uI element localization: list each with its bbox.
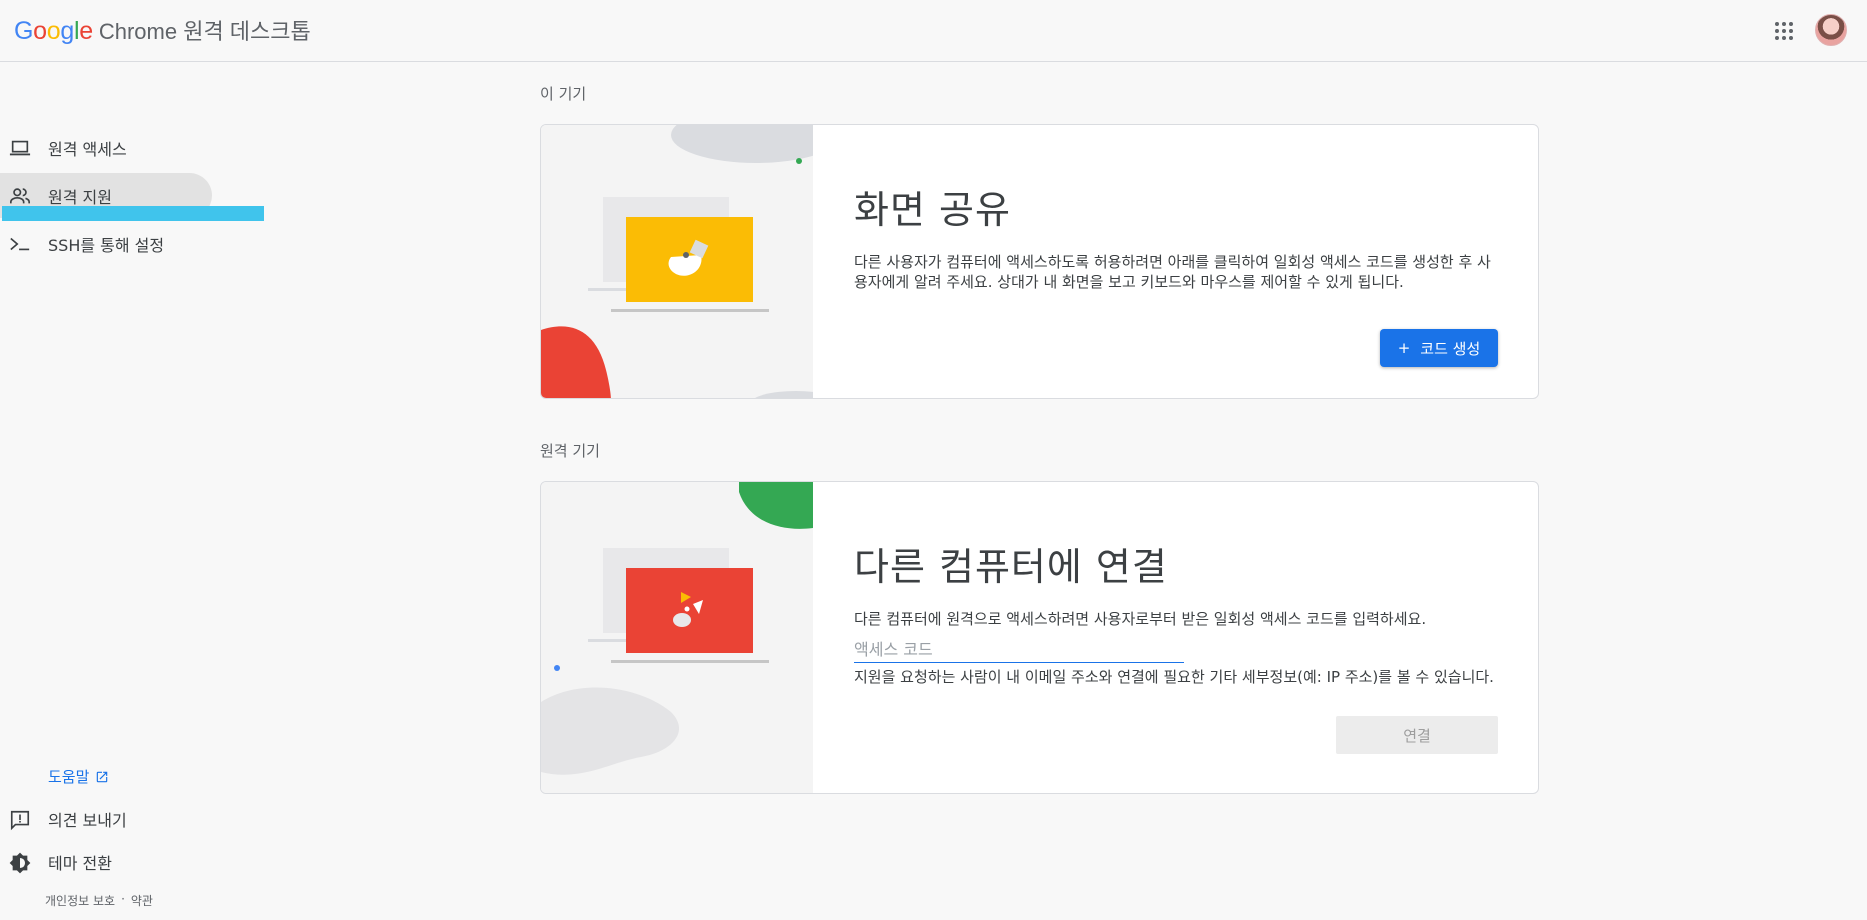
connect-button[interactable]: 연결	[1336, 716, 1498, 754]
people-icon	[10, 188, 30, 204]
sidebar-item-label: 원격 액세스	[48, 139, 127, 159]
top-app-bar: Google Chrome 원격 데스크톱	[0, 0, 1867, 62]
button-label: 연결	[1403, 726, 1431, 745]
sidebar-item-remote-access[interactable]: 원격 액세스	[0, 125, 270, 170]
card-description: 다른 사용자가 컴퓨터에 액세스하도록 허용하려면 아래를 클릭하여 일회성 액…	[854, 253, 1491, 291]
help-link[interactable]: 도움말	[48, 766, 109, 787]
open-in-new-icon	[97, 771, 108, 782]
sidebar-item-label: SSH를 통해 설정	[48, 235, 165, 255]
share-screen-illustration	[541, 125, 813, 398]
separator: ·	[121, 892, 125, 906]
google-wordmark: Google	[14, 17, 93, 46]
sidebar-item-ssh[interactable]: SSH를 통해 설정	[0, 221, 270, 266]
brightness-icon	[9, 852, 31, 874]
section-title-remote-device: 원격 기기	[540, 442, 600, 460]
google-letter: o	[33, 17, 47, 45]
google-letter: g	[60, 17, 74, 45]
share-screen-card: 화면 공유 다른 사용자가 컴퓨터에 액세스하도록 허용하려면 아래를 클릭하여…	[540, 124, 1539, 399]
connect-card: 다른 컴퓨터에 연결 다른 컴퓨터에 원격으로 액세스하려면 사용자로부터 받은…	[540, 481, 1539, 794]
card-title: 화면 공유	[854, 188, 1011, 232]
privacy-link[interactable]: 개인정보 보호	[45, 892, 115, 909]
account-avatar[interactable]	[1815, 14, 1847, 46]
share-screen-content: 화면 공유 다른 사용자가 컴퓨터에 액세스하도록 허용하려면 아래를 클릭하여…	[854, 125, 1498, 292]
section-title-this-device: 이 기기	[540, 85, 587, 103]
help-label: 도움말	[48, 768, 90, 786]
laptop-icon	[9, 140, 31, 156]
card-description: 다른 컴퓨터에 원격으로 액세스하려면 사용자로부터 받은 일회성 액세스 코드…	[854, 610, 1427, 628]
theme-label: 테마 전환	[48, 854, 112, 873]
sidebar-item-remote-support[interactable]: 원격 지원	[0, 173, 270, 221]
feedback-icon	[10, 810, 30, 831]
app-logo[interactable]: Google Chrome 원격 데스크톱	[14, 14, 311, 46]
sidebar-nav: 원격 액세스 원격 지원 SSH를 통해 설정	[0, 125, 270, 266]
sidebar-item-label: 원격 지원	[48, 187, 112, 207]
footer-links: 개인정보 보호 · 약관	[45, 892, 153, 909]
access-code-input[interactable]	[854, 637, 1184, 663]
terminal-icon	[10, 237, 30, 251]
feedback-label: 의견 보내기	[48, 811, 127, 830]
theme-toggle-button[interactable]: 테마 전환	[0, 847, 270, 877]
google-letter: o	[46, 17, 61, 45]
selection-highlight	[2, 206, 264, 221]
apps-grid-icon[interactable]	[1772, 19, 1796, 43]
product-name: Chrome 원격 데스크톱	[98, 19, 311, 44]
google-letter: e	[79, 17, 93, 45]
google-letter: G	[14, 17, 34, 45]
connect-illustration	[541, 482, 813, 793]
plus-icon: +	[1397, 339, 1411, 357]
feedback-button[interactable]: 의견 보내기	[0, 804, 270, 834]
card-title: 다른 컴퓨터에 연결	[854, 545, 1168, 589]
generate-code-button[interactable]: + 코드 생성	[1380, 329, 1498, 367]
button-label: 코드 생성	[1420, 339, 1481, 358]
privacy-hint: 지원을 요청하는 사람이 내 이메일 주소와 연결에 필요한 기타 세부정보(예…	[854, 668, 1494, 686]
connect-content: 다른 컴퓨터에 연결 다른 컴퓨터에 원격으로 액세스하려면 사용자로부터 받은…	[854, 482, 1498, 629]
terms-link[interactable]: 약관	[131, 892, 153, 909]
